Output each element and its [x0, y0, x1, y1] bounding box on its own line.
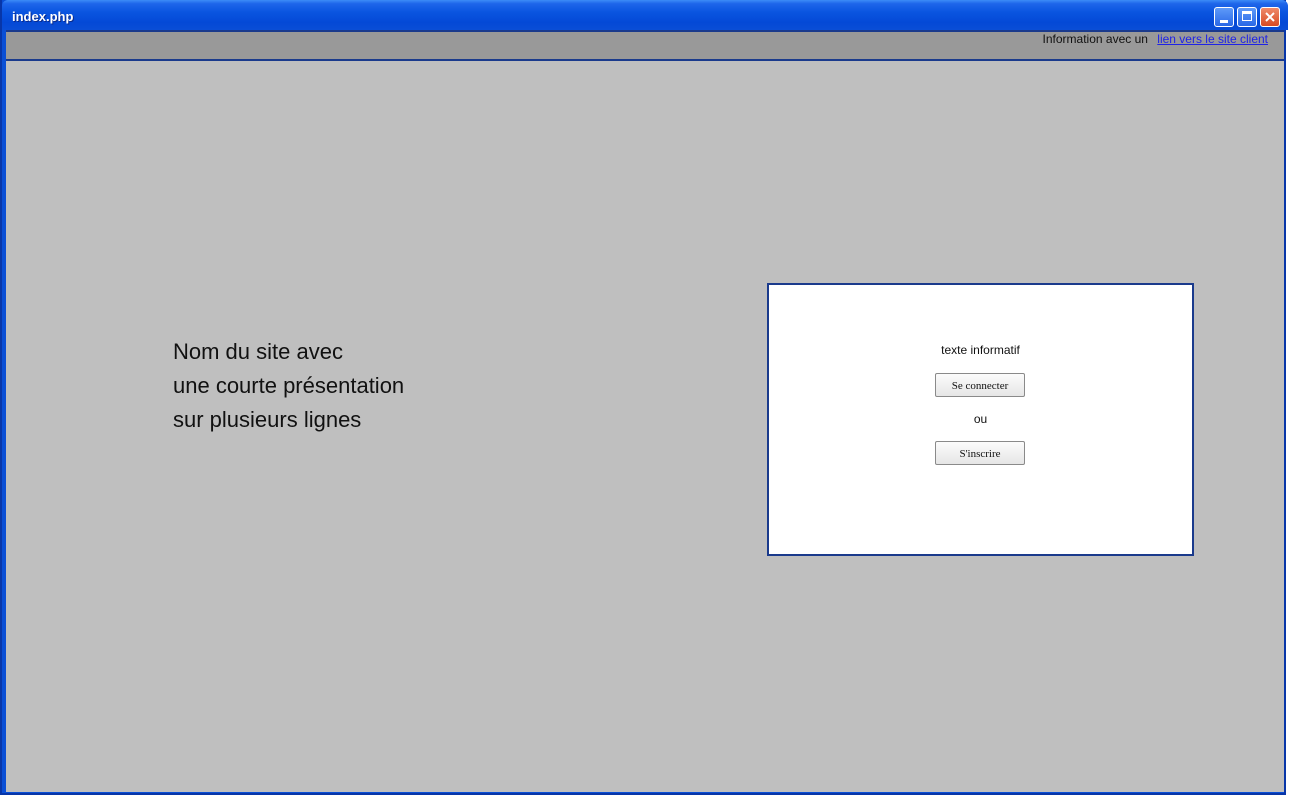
browser-window: index.php Information avec un lien vers …	[0, 0, 1288, 795]
client-site-link[interactable]: lien vers le site client	[1157, 32, 1268, 46]
top-info-text: Information avec un	[1042, 32, 1148, 46]
minimize-icon	[1220, 20, 1228, 23]
presentation-line: sur plusieurs lignes	[173, 407, 362, 432]
top-info: Information avec un lien vers le site cl…	[1043, 32, 1268, 46]
presentation-line: une courte présentation	[173, 373, 405, 398]
close-icon	[1265, 12, 1275, 22]
auth-card: texte informatif Se connecter ou S'inscr…	[767, 283, 1194, 556]
page-content: Information avec un lien vers le site cl…	[6, 30, 1284, 792]
maximize-icon	[1242, 11, 1252, 21]
top-info-bar: Information avec un lien vers le site cl…	[6, 30, 1284, 61]
signup-button[interactable]: S'inscrire	[935, 441, 1025, 465]
presentation-line: Nom du site avec	[173, 339, 343, 364]
site-presentation: Nom du site avec une courte présentation…	[173, 335, 404, 437]
title-bar[interactable]: index.php	[2, 0, 1288, 30]
login-button[interactable]: Se connecter	[935, 373, 1025, 397]
window-title: index.php	[12, 9, 74, 24]
card-info-text: texte informatif	[941, 343, 1020, 357]
maximize-button[interactable]	[1237, 7, 1257, 27]
minimize-button[interactable]	[1214, 7, 1234, 27]
close-button[interactable]	[1260, 7, 1280, 27]
or-separator: ou	[973, 412, 988, 426]
